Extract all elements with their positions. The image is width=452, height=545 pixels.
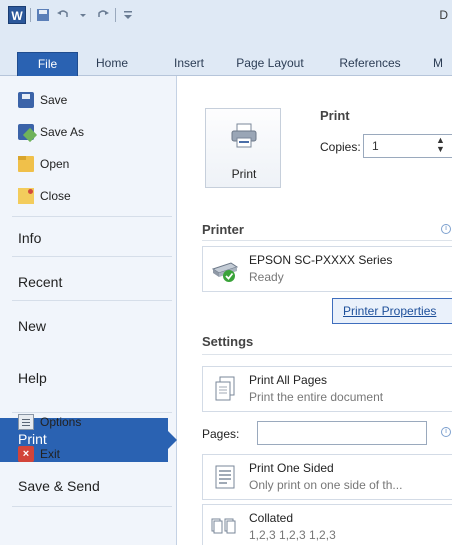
qat-separator [115,8,116,22]
pages-label: Pages: [202,427,240,441]
sides-dropdown[interactable]: Print One Sided Only print on one side o… [202,454,452,500]
collation-dropdown[interactable]: Collated 1,2,3 1,2,3 1,2,3 ▼ [202,504,452,545]
title-bar: W D [0,0,452,48]
settings-heading: Settings [202,334,254,349]
collated-icon [211,518,236,534]
nav-save[interactable]: Save [18,92,67,108]
nav-divider [12,412,172,413]
tab-file[interactable]: File [17,52,78,76]
print-range-dropdown[interactable]: Print All Pages Print the entire documen… [202,366,452,412]
undo-dropdown-icon[interactable] [75,7,91,23]
print-heading: Print [320,108,350,123]
nav-open[interactable]: Open [18,156,69,172]
printer-status: Ready [249,270,284,284]
copies-spinner-icon[interactable]: ▲ ▼ [436,136,445,154]
nav-close[interactable]: Close [18,188,71,204]
document-title: D [439,8,448,22]
nav-print-label: Print [18,431,47,447]
print-button-label: Print [231,167,257,181]
tab-home[interactable]: Home [88,52,136,76]
nav-save-label: Save [40,93,68,107]
backstage-nav: Save Save As Open Close Info Recent New … [0,76,177,545]
print-panel: Print Print Copies: 1 ▲ ▼ Printer i EPSON… [177,76,452,545]
folder-close-icon [18,188,34,204]
printer-properties-link[interactable]: Printer Properties [332,298,452,324]
section-divider [202,354,452,355]
nav-info[interactable]: Info [18,230,41,246]
nav-save-send[interactable]: Save & Send [18,478,100,494]
one-sided-icon [215,465,235,489]
sides-title: Print One Sided [249,461,334,475]
nav-divider [12,216,172,217]
printer-icon [231,123,257,148]
nav-options-label: Options [40,415,82,429]
printer-ready-icon [211,262,239,282]
nav-save-as[interactable]: Save As [18,124,84,140]
folder-open-icon [18,156,34,172]
tab-page-layout[interactable]: Page Layout [230,52,310,76]
printer-dropdown[interactable]: EPSON SC-PXXXX Series Ready ▼ [202,246,452,292]
tab-mailings[interactable]: M [428,52,448,76]
nav-divider [12,300,172,301]
nav-options[interactable]: Options [18,414,81,430]
pages-info-icon[interactable]: i [441,427,451,437]
undo-icon[interactable] [55,7,71,23]
collation-sub: 1,2,3 1,2,3 1,2,3 [249,528,336,542]
redo-icon[interactable] [95,7,111,23]
tab-references[interactable]: References [330,52,410,76]
sides-sub: Only print on one side of th... [249,478,403,492]
ribbon-tabs: File Home Insert Page Layout References … [0,48,452,76]
nav-save-as-label: Save As [40,125,85,139]
nav-divider [12,506,172,507]
tab-insert[interactable]: Insert [164,52,214,76]
print-range-title: Print All Pages [249,373,328,387]
nav-exit[interactable]: × Exit [18,446,60,462]
nav-close-label: Close [40,189,71,203]
collation-title: Collated [249,511,294,525]
printer-heading: Printer [202,222,244,237]
print-button[interactable]: Print [205,108,281,188]
nav-recent[interactable]: Recent [18,274,62,290]
printer-name: EPSON SC-PXXXX Series [249,253,393,267]
save-icon [18,92,34,108]
pages-input[interactable] [257,421,427,445]
section-divider [202,240,452,241]
customize-qat-icon[interactable] [120,7,136,23]
nav-exit-label: Exit [40,447,61,461]
save-as-icon [18,124,34,140]
qat-separator [30,8,31,22]
word-app-icon[interactable]: W [8,6,26,24]
print-range-sub: Print the entire document [249,390,384,404]
nav-new[interactable]: New [18,318,46,334]
save-icon[interactable] [35,7,51,23]
printer-properties-label: Printer Properties [343,304,437,318]
printer-info-icon[interactable]: i [441,224,451,234]
nav-help[interactable]: Help [18,370,47,386]
nav-open-label: Open [40,157,70,171]
copies-label: Copies: [320,140,361,154]
quick-access-toolbar: W [8,6,136,24]
pages-icon [215,376,235,401]
nav-divider [12,256,172,257]
exit-icon: × [18,446,34,462]
options-icon [18,414,34,430]
